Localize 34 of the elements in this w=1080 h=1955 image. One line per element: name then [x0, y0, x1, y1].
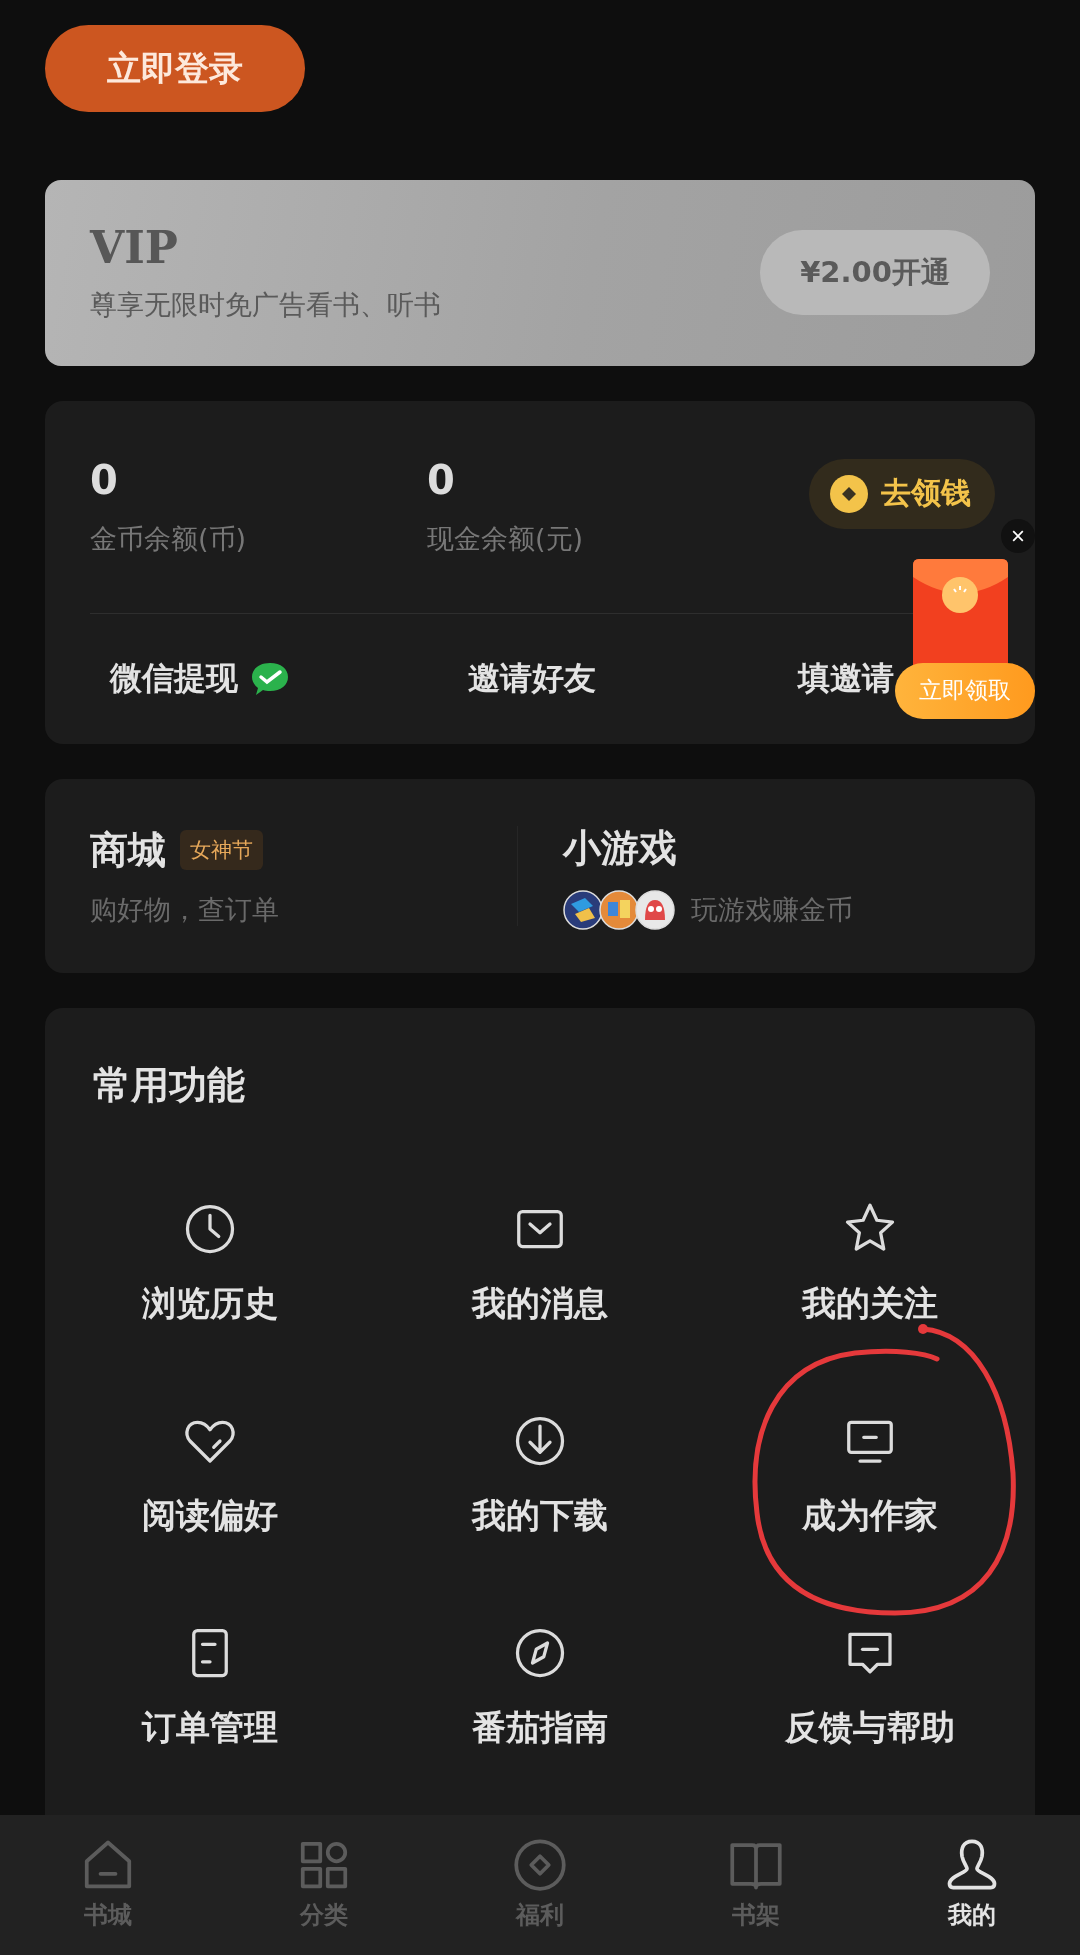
coin-icon [829, 473, 869, 514]
event-tag: 女神节 [180, 830, 263, 871]
mall-title[interactable]: 商城 [90, 824, 166, 876]
wallet-action[interactable]: 邀请好友 [468, 657, 596, 702]
close-button[interactable] [1001, 518, 1035, 553]
games-subtitle: 玩游戏赚金币 [691, 892, 853, 927]
login-button[interactable]: 立即登录 [45, 25, 305, 112]
wallet-action[interactable]: 填邀请 [798, 657, 894, 702]
game-icon [599, 889, 639, 930]
feature-label[interactable]: 阅读偏好 [142, 1493, 278, 1539]
wechat-icon [250, 661, 290, 698]
balance-label: 现金余额(元) [427, 521, 585, 556]
feature-label[interactable]: 成为作家 [802, 1493, 938, 1539]
vip-subtitle: 尊享无限时免广告看书、听书 [90, 288, 441, 323]
feature-label[interactable]: 订单管理 [142, 1705, 278, 1751]
feature-label[interactable]: 番茄指南 [472, 1705, 608, 1751]
feature-label[interactable]: 我的消息 [472, 1281, 608, 1327]
game-icon [563, 889, 603, 930]
mall-subtitle: 购好物，查订单 [90, 892, 280, 927]
balance-value: 0 [90, 456, 119, 503]
balance-value: 0 [427, 456, 456, 503]
feature-label[interactable]: 我的下载 [472, 1493, 608, 1539]
game-icon [635, 889, 675, 930]
balance-label: 金币余额(币) [90, 521, 248, 556]
section-title: 常用功能 [92, 1062, 246, 1109]
activate-button[interactable]: ¥2.00开通 [760, 230, 990, 316]
feature-label[interactable]: 浏览历史 [142, 1281, 278, 1327]
games-title[interactable]: 小游戏 [563, 822, 677, 874]
wallet-action[interactable]: 微信提现 [110, 657, 238, 702]
nav-tab[interactable]: 我的 [864, 1815, 1080, 1955]
feature-label[interactable]: 我的关注 [802, 1281, 938, 1327]
feature-label[interactable]: 反馈与帮助 [785, 1705, 955, 1751]
vip-title: VIP [90, 222, 179, 274]
claim-button[interactable]: 去领钱 [809, 458, 995, 529]
